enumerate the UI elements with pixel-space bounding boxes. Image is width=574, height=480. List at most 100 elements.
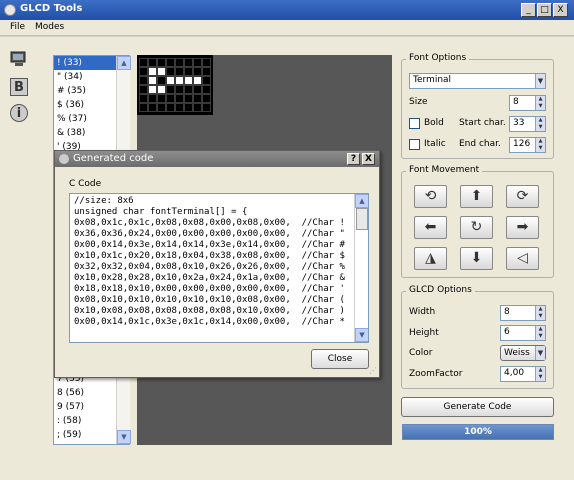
scroll-down-icon[interactable]: ▼ <box>117 430 131 444</box>
grid-cell[interactable] <box>139 76 148 85</box>
grid-cell[interactable] <box>157 76 166 85</box>
scroll-up-icon[interactable]: ▲ <box>355 194 368 208</box>
reset-button[interactable]: ↻ <box>460 216 493 239</box>
resize-grip-icon[interactable]: ⋰ <box>369 366 377 375</box>
list-item[interactable]: % (37) <box>54 112 116 126</box>
italic-checkbox[interactable] <box>409 139 420 150</box>
chevron-down-icon[interactable]: ▼ <box>535 74 545 88</box>
grid-cell[interactable] <box>175 85 184 94</box>
scroll-up-icon[interactable]: ▲ <box>117 56 131 70</box>
grid-cell[interactable] <box>202 85 211 94</box>
grid-cell[interactable] <box>148 103 157 112</box>
grid-cell[interactable] <box>175 58 184 67</box>
dialog-close-button[interactable]: X <box>362 153 375 165</box>
flip-horizontal-button[interactable]: ◮ <box>414 247 447 270</box>
width-spinbox[interactable]: 8 ▲ ▼ <box>500 305 546 321</box>
scroll-thumb[interactable] <box>356 208 368 230</box>
list-item[interactable]: # (35) <box>54 84 116 98</box>
spin-arrows-icon[interactable]: ▲ ▼ <box>535 96 545 110</box>
grid-cell[interactable] <box>139 85 148 94</box>
grid-cell[interactable] <box>157 103 166 112</box>
grid-cell[interactable] <box>166 94 175 103</box>
grid-cell[interactable] <box>202 76 211 85</box>
list-item[interactable]: 8 (56) <box>54 386 116 400</box>
grid-cell[interactable] <box>157 58 166 67</box>
maximize-button[interactable]: □ <box>537 3 552 17</box>
grid-cell[interactable] <box>193 103 202 112</box>
grid-cell[interactable] <box>139 94 148 103</box>
code-textarea[interactable]: //size: 8x6 unsigned char fontTerminal[]… <box>69 193 369 343</box>
grid-cell[interactable] <box>148 67 157 76</box>
menu-modes[interactable]: Modes <box>35 22 64 32</box>
bold-icon[interactable]: B <box>10 78 28 96</box>
grid-cell[interactable] <box>148 58 157 67</box>
grid-cell[interactable] <box>184 94 193 103</box>
grid-cell[interactable] <box>166 76 175 85</box>
font-select[interactable]: Terminal ▼ <box>409 73 546 89</box>
grid-cell[interactable] <box>193 67 202 76</box>
grid-cell[interactable] <box>148 85 157 94</box>
grid-cell[interactable] <box>202 67 211 76</box>
menu-file[interactable]: File <box>10 22 25 32</box>
close-dialog-button[interactable]: Close <box>311 349 369 369</box>
move-right-button[interactable]: ➡ <box>506 216 539 239</box>
grid-cell[interactable] <box>184 85 193 94</box>
grid-cell[interactable] <box>166 67 175 76</box>
grid-cell[interactable] <box>184 67 193 76</box>
grid-cell[interactable] <box>175 76 184 85</box>
grid-cell[interactable] <box>193 85 202 94</box>
display-icon[interactable] <box>10 50 28 68</box>
grid-cell[interactable] <box>157 94 166 103</box>
grid-cell[interactable] <box>139 103 148 112</box>
spin-arrows-icon[interactable]: ▲ ▼ <box>535 367 545 381</box>
grid-cell[interactable] <box>166 85 175 94</box>
grid-cell[interactable] <box>175 103 184 112</box>
help-button[interactable]: ? <box>347 153 360 165</box>
code-scrollbar[interactable]: ▲ ▼ <box>354 194 368 342</box>
grid-cell[interactable] <box>139 67 148 76</box>
size-spinbox[interactable]: 8 ▲ ▼ <box>509 95 546 111</box>
grid-cell[interactable] <box>139 58 148 67</box>
start-char-spinbox[interactable]: 33 ▲ ▼ <box>509 116 546 132</box>
grid-cell[interactable] <box>166 58 175 67</box>
spin-arrows-icon[interactable]: ▲ ▼ <box>535 117 545 131</box>
grid-cell[interactable] <box>193 58 202 67</box>
generate-code-button[interactable]: Generate Code <box>401 397 554 417</box>
color-select[interactable]: Weiss ▼ <box>500 345 546 361</box>
close-button[interactable]: X <box>553 3 568 17</box>
grid-cell[interactable] <box>193 94 202 103</box>
grid-cell[interactable] <box>184 58 193 67</box>
move-up-button[interactable]: ⬆ <box>460 185 493 208</box>
list-item[interactable]: 9 (57) <box>54 400 116 414</box>
list-item[interactable]: " (34) <box>54 70 116 84</box>
rotate-right-button[interactable]: ⟳ <box>506 185 539 208</box>
grid-cell[interactable] <box>148 94 157 103</box>
scroll-down-icon[interactable]: ▼ <box>355 328 368 342</box>
spin-arrows-icon[interactable]: ▲ ▼ <box>535 306 545 320</box>
grid-cell[interactable] <box>157 85 166 94</box>
grid-cell[interactable] <box>184 76 193 85</box>
minimize-button[interactable]: _ <box>521 3 536 17</box>
spin-arrows-icon[interactable]: ▲ ▼ <box>535 326 545 340</box>
flip-vertical-button[interactable]: ◁ <box>506 247 539 270</box>
grid-cell[interactable] <box>202 94 211 103</box>
grid-cell[interactable] <box>175 94 184 103</box>
grid-cell[interactable] <box>175 67 184 76</box>
rotate-left-button[interactable]: ⟲ <box>414 185 447 208</box>
spin-arrows-icon[interactable]: ▲ ▼ <box>535 138 545 152</box>
grid-cell[interactable] <box>202 103 211 112</box>
grid-cell[interactable] <box>166 103 175 112</box>
end-char-spinbox[interactable]: 126 ▲ ▼ <box>509 137 546 153</box>
glyph-grid[interactable] <box>137 55 213 115</box>
chevron-down-icon[interactable]: ▼ <box>535 346 545 360</box>
move-down-button[interactable]: ⬇ <box>460 247 493 270</box>
bold-checkbox[interactable] <box>409 118 420 129</box>
list-item[interactable]: & (38) <box>54 126 116 140</box>
list-item[interactable]: ; (59) <box>54 428 116 442</box>
move-left-button[interactable]: ⬅ <box>414 216 447 239</box>
zoom-spinbox[interactable]: 4,00 ▲ ▼ <box>500 366 546 382</box>
info-icon[interactable]: i <box>10 104 28 122</box>
height-spinbox[interactable]: 6 ▲ ▼ <box>500 325 546 341</box>
list-item[interactable]: $ (36) <box>54 98 116 112</box>
grid-cell[interactable] <box>157 67 166 76</box>
